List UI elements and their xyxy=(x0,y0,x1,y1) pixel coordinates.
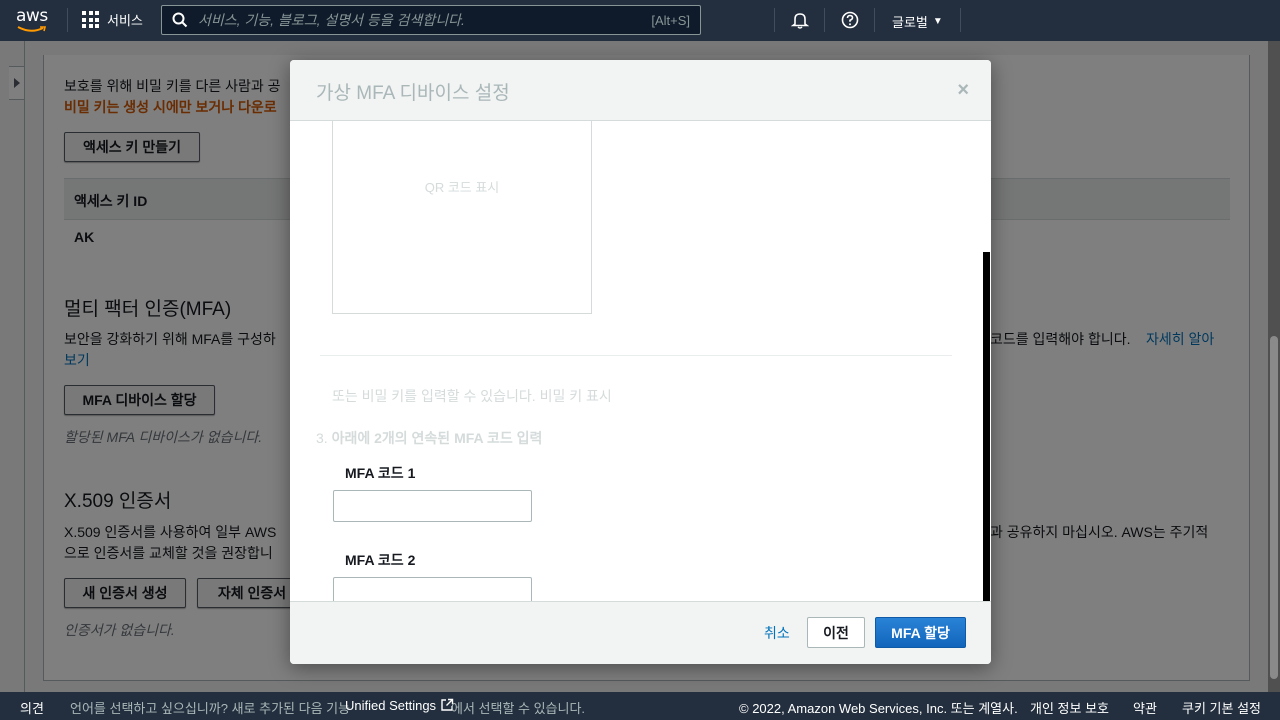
cancel-button[interactable]: 취소 xyxy=(764,623,790,643)
help-icon[interactable] xyxy=(841,11,859,29)
nav-divider xyxy=(67,8,68,32)
services-label: 서비스 xyxy=(107,13,143,28)
secret-key-text: 또는 비밀 키를 입력할 수 있습니다. xyxy=(332,388,536,404)
unified-settings-link[interactable]: Unified Settings xyxy=(345,698,454,713)
nav-divider xyxy=(874,8,875,32)
secret-key-instruction: 또는 비밀 키를 입력할 수 있습니다. 비밀 키 표시 xyxy=(332,386,612,406)
region-selector[interactable]: 글로벌 ▼ xyxy=(892,12,943,31)
search-icon xyxy=(162,12,198,28)
bell-icon[interactable] xyxy=(790,11,810,29)
show-secret-key-link[interactable]: 비밀 키 표시 xyxy=(540,388,612,404)
previous-button[interactable]: 이전 xyxy=(807,617,865,648)
modal-footer: 취소 이전 MFA 할당 xyxy=(290,601,991,664)
terms-link[interactable]: 약관 xyxy=(1133,698,1157,717)
language-prompt-end: 에서 선택할 수 있습니다. xyxy=(451,701,586,716)
nav-divider xyxy=(774,8,775,32)
qr-code-placeholder[interactable]: QR 코드 표시 xyxy=(333,177,591,196)
qr-code-box[interactable]: QR 코드 표시 xyxy=(332,121,592,314)
close-icon[interactable]: × xyxy=(957,79,969,102)
aws-smile-icon xyxy=(17,26,47,32)
assign-mfa-button[interactable]: MFA 할당 xyxy=(875,617,966,648)
cookie-settings-link[interactable]: 쿠키 기본 설정 xyxy=(1182,698,1261,717)
mfa-code2-label: MFA 코드 2 xyxy=(345,552,416,568)
caret-down-icon: ▼ xyxy=(932,16,943,27)
search-input[interactable]: 서비스, 기능, 블로그, 설명서 등을 검색합니다. [Alt+S] xyxy=(161,5,701,35)
step3-heading: 3. 아래에 2개의 연속된 MFA 코드 입력 xyxy=(316,428,542,448)
virtual-mfa-modal: 가상 MFA 디바이스 설정 × QR 코드 표시 또는 비밀 키를 입력할 수… xyxy=(290,60,991,664)
language-prompt: 언어를 선택하고 싶으십니까? 새로 추가된 다음 기능 xyxy=(70,701,351,716)
step3-text: 아래에 2개의 연속된 MFA 코드 입력 xyxy=(331,430,543,446)
grid-icon xyxy=(82,11,99,28)
privacy-link[interactable]: 개인 정보 보호 xyxy=(1030,698,1109,717)
modal-header: 가상 MFA 디바이스 설정 × xyxy=(290,60,991,121)
feedback-link[interactable]: 의견 xyxy=(20,698,44,717)
aws-logo[interactable]: aws xyxy=(16,7,52,33)
search-placeholder: 서비스, 기능, 블로그, 설명서 등을 검색합니다. xyxy=(198,12,465,28)
nav-divider xyxy=(824,8,825,32)
services-menu-button[interactable]: 서비스 xyxy=(82,10,143,29)
copyright-text: © 2022, Amazon Web Services, Inc. 또는 계열사… xyxy=(739,701,1018,716)
modal-scrollbar[interactable] xyxy=(983,252,990,601)
top-navigation: aws 서비스 서비스, 기능, 블로그, 설명서 등을 검색합니다. [Alt… xyxy=(0,0,1280,41)
modal-body: QR 코드 표시 또는 비밀 키를 입력할 수 있습니다. 비밀 키 표시 3.… xyxy=(290,121,991,601)
region-label: 글로벌 xyxy=(892,15,928,30)
page-scrollbar-thumb[interactable] xyxy=(1270,336,1278,679)
search-shortcut: [Alt+S] xyxy=(651,12,690,28)
step-divider xyxy=(320,355,952,356)
step3-number: 3. xyxy=(316,430,328,446)
modal-title: 가상 MFA 디바이스 설정 xyxy=(316,83,510,104)
aws-logo-text: aws xyxy=(16,6,48,26)
mfa-code1-label: MFA 코드 1 xyxy=(345,465,416,481)
unified-settings-label: Unified Settings xyxy=(345,698,437,713)
mfa-code2-input[interactable] xyxy=(333,577,532,601)
nav-divider xyxy=(960,8,961,32)
mfa-code1-input[interactable] xyxy=(333,490,532,522)
page-footer: 의견 언어를 선택하고 싶으십니까? 새로 추가된 다음 기능 Unified … xyxy=(0,692,1280,720)
